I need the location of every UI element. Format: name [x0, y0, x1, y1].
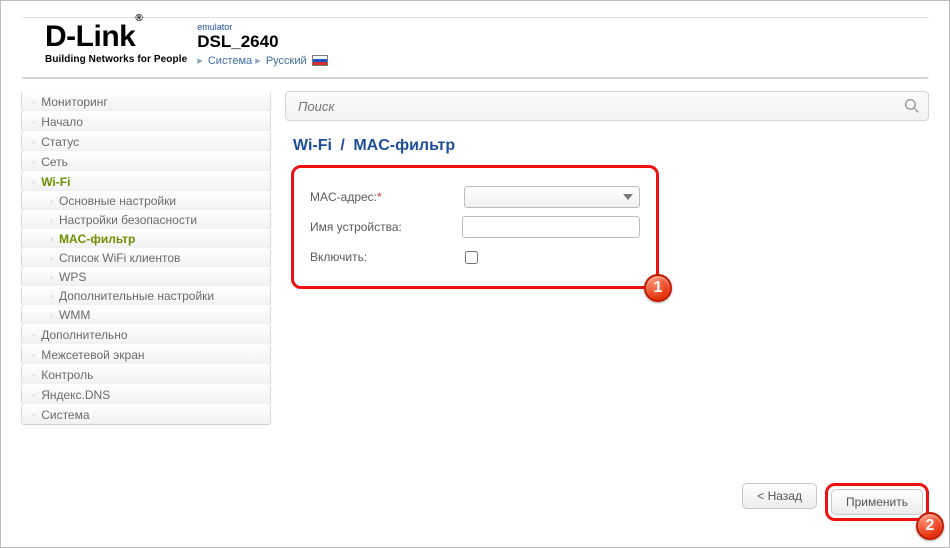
enable-checkbox[interactable] — [465, 251, 478, 264]
chevron-right-icon: › — [50, 291, 53, 301]
search-bar — [285, 91, 929, 121]
sidebar-item-label: Статус — [41, 135, 79, 149]
device-name-label: Имя устройства: — [310, 220, 462, 234]
sidebar-item-label: Сеть — [41, 155, 68, 169]
sidebar-item-label: Список WiFi клиентов — [59, 251, 180, 265]
sidebar-subitem-security[interactable]: › Настройки безопасности — [21, 210, 271, 230]
sidebar-item-label: WMM — [59, 308, 90, 322]
sidebar-subitem-wmm[interactable]: › WMM — [21, 305, 271, 325]
chevron-right-icon: › — [50, 272, 53, 282]
sidebar-subitem-advanced[interactable]: › Дополнительные настройки — [21, 286, 271, 306]
annotation-callout-1: 1 — [644, 274, 672, 302]
header-breadcrumb: ▸ Система ▸ Русский — [197, 54, 327, 67]
annotation-callout-2: 2 — [916, 512, 944, 540]
chevron-right-icon: › — [50, 234, 53, 244]
back-button[interactable]: < Назад — [742, 483, 817, 509]
sidebar-subitem-wps[interactable]: › WPS — [21, 267, 271, 287]
device-block: emulator DSL_2640 ▸ Система ▸ Русский — [197, 20, 327, 67]
sidebar-item-label: Яндекс.DNS — [41, 388, 110, 402]
footer-buttons: < Назад Применить 2 — [742, 483, 929, 521]
sidebar-item-label: Настройки безопасности — [59, 213, 197, 227]
page-title-section: Wi-Fi — [293, 137, 332, 154]
brand-tagline: Building Networks for People — [45, 54, 187, 65]
sidebar-subitem-basic[interactable]: › Основные настройки — [21, 191, 271, 211]
sidebar-item-label: Контроль — [41, 368, 93, 382]
bullet-icon: ◦ — [32, 350, 35, 360]
bullet-icon: ◦ — [32, 157, 35, 167]
bullet-icon: ◦ — [32, 330, 35, 340]
enable-label: Включить: — [310, 250, 465, 264]
sidebar-item-control[interactable]: ◦ Контроль — [21, 364, 271, 385]
bullet-icon: ◦ — [32, 390, 35, 400]
bullet-icon: ◦ — [32, 177, 35, 187]
sidebar-item-label: Система — [41, 408, 89, 422]
sidebar-item-wifi[interactable]: ◦ Wi-Fi — [21, 171, 271, 192]
mac-filter-form-highlight: MAC-адрес:* Имя устройства: Включить: 1 — [291, 165, 659, 289]
mac-address-label: MAC-адрес:* — [310, 190, 464, 204]
sidebar-item-label: Дополнительные настройки — [59, 289, 214, 303]
sidebar-subitem-clients[interactable]: › Список WiFi клиентов — [21, 248, 271, 268]
bullet-icon: ◦ — [32, 97, 35, 107]
device-model: DSL_2640 — [197, 32, 327, 52]
sidebar-item-label: Межсетевой экран — [41, 348, 144, 362]
sidebar-nav: ◦ Мониторинг ◦ Начало ◦ Статус ◦ Сеть ◦ Wi-Fi… — [21, 91, 271, 521]
mac-address-select[interactable] — [464, 186, 640, 208]
page-title: Wi-Fi / MAC-фильтр — [293, 137, 929, 155]
sidebar-item-label: WPS — [59, 270, 86, 284]
search-icon[interactable] — [904, 98, 920, 117]
flag-ru-icon — [312, 55, 328, 66]
chevron-right-icon: › — [50, 253, 53, 263]
bullet-icon: ◦ — [32, 117, 35, 127]
main-content: Wi-Fi / MAC-фильтр MAC-адрес:* Имя устро… — [271, 91, 929, 521]
bullet-icon: ◦ — [32, 370, 35, 380]
chevron-right-icon: ▸ — [255, 55, 261, 67]
chevron-right-icon: › — [50, 310, 53, 320]
sidebar-item-monitoring[interactable]: ◦ Мониторинг — [21, 91, 271, 112]
sidebar-item-firewall[interactable]: ◦ Межсетевой экран — [21, 344, 271, 365]
apply-button[interactable]: Применить — [831, 489, 923, 515]
sidebar-item-label: Основные настройки — [59, 194, 176, 208]
sidebar-item-label: MAC-фильтр — [59, 232, 135, 246]
sidebar-item-label: Дополнительно — [41, 328, 127, 342]
emulator-label: emulator — [197, 22, 327, 32]
sidebar-item-network[interactable]: ◦ Сеть — [21, 151, 271, 172]
sidebar-subitem-macfilter[interactable]: › MAC-фильтр — [21, 229, 271, 249]
bullet-icon: ◦ — [32, 410, 35, 420]
chevron-right-icon: ▸ — [197, 55, 203, 67]
sidebar-item-advanced[interactable]: ◦ Дополнительно — [21, 324, 271, 345]
sidebar-item-label: Wi-Fi — [41, 175, 70, 189]
device-name-input[interactable] — [462, 216, 640, 238]
sidebar-item-yandexdns[interactable]: ◦ Яндекс.DNS — [21, 384, 271, 405]
chevron-down-icon — [623, 194, 633, 200]
header: D-Link® Building Networks for People emu… — [21, 17, 929, 79]
sidebar-item-label: Начало — [41, 115, 83, 129]
sidebar-item-label: Мониторинг — [41, 95, 108, 109]
sidebar-item-start[interactable]: ◦ Начало — [21, 111, 271, 132]
sidebar-item-status[interactable]: ◦ Статус — [21, 131, 271, 152]
apply-button-highlight: Применить 2 — [825, 483, 929, 521]
breadcrumb-language[interactable]: Русский — [266, 55, 307, 67]
chevron-right-icon: › — [50, 215, 53, 225]
search-input[interactable] — [298, 92, 898, 120]
page-title-page: MAC-фильтр — [353, 137, 455, 154]
chevron-right-icon: › — [50, 196, 53, 206]
brand-logo: D-Link® Building Networks for People — [45, 20, 187, 65]
breadcrumb-system[interactable]: Система — [208, 55, 252, 67]
brand-name: D-Link® — [45, 20, 187, 54]
sidebar-item-system[interactable]: ◦ Система — [21, 404, 271, 425]
page-title-separator: / — [336, 137, 348, 154]
bullet-icon: ◦ — [32, 137, 35, 147]
